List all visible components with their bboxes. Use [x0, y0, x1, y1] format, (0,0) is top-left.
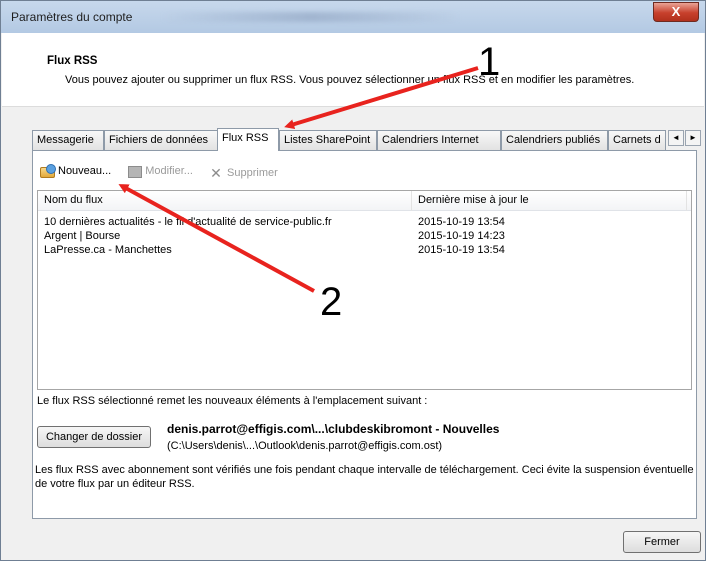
column-header-name[interactable]: Nom du flux: [38, 191, 412, 211]
subscription-note: Les flux RSS avec abonnement sont vérifi…: [35, 464, 694, 490]
blurred-title-region: [161, 12, 461, 22]
list-header: Nom du flux Dernière mise à jour le: [38, 191, 691, 211]
feed-name: Argent | Bourse: [44, 230, 121, 242]
delivery-folder-name: denis.parrot@effigis.com\...\clubdeskibr…: [167, 422, 500, 436]
list-item[interactable]: 10 dernières actualités - le fil d'actua…: [38, 215, 691, 229]
delete-icon: ✕: [210, 165, 222, 181]
column-header-updated[interactable]: Dernière mise à jour le: [412, 191, 687, 211]
page-title: Flux RSS: [47, 55, 98, 67]
delivery-info-text: Le flux RSS sélectionné remet les nouvea…: [37, 395, 428, 407]
rss-feed-list[interactable]: Nom du flux Dernière mise à jour le 10 d…: [37, 190, 692, 390]
tab-calendriers-internet[interactable]: Calendriers Internet: [377, 130, 501, 150]
change-folder-button[interactable]: Changer de dossier: [37, 426, 151, 448]
list-item[interactable]: LaPresse.ca - Manchettes 2015-10-19 13:5…: [38, 243, 691, 257]
feed-name: LaPresse.ca - Manchettes: [44, 244, 172, 256]
modify-feed-label: Modifier...: [145, 165, 193, 177]
rss-panel: Nouveau... Modifier... ✕ Supprimer Nom d…: [32, 150, 697, 519]
tab-calendriers-publies[interactable]: Calendriers publiés: [501, 130, 608, 150]
tab-messagerie[interactable]: Messagerie: [32, 130, 104, 150]
rss-toolbar: Nouveau... Modifier... ✕ Supprimer: [39, 161, 290, 181]
feed-updated: 2015-10-19 13:54: [418, 244, 505, 256]
page-description: Vous pouvez ajouter ou supprimer un flux…: [65, 74, 635, 86]
feed-updated: 2015-10-19 13:54: [418, 216, 505, 228]
feed-name: 10 dernières actualités - le fil d'actua…: [44, 216, 332, 228]
list-item[interactable]: Argent | Bourse 2015-10-19 14:23: [38, 229, 691, 243]
tab-strip: Messagerie Fichiers de données Flux RSS …: [32, 128, 702, 151]
tab-listes-sharepoint[interactable]: Listes SharePoint: [279, 130, 377, 150]
dialog-header: Flux RSS Vous pouvez ajouter ou supprime…: [2, 33, 704, 107]
delete-feed-label: Supprimer: [227, 167, 278, 179]
tab-flux-rss[interactable]: Flux RSS: [217, 128, 279, 151]
annotation-number-1: 1: [478, 40, 501, 84]
delivery-folder-path: (C:\Users\denis\...\Outlook\denis.parrot…: [167, 440, 443, 452]
new-feed-icon: [39, 164, 56, 178]
close-button[interactable]: Fermer: [623, 531, 701, 553]
modify-feed-button[interactable]: Modifier...: [126, 161, 193, 181]
delete-feed-button[interactable]: ✕ Supprimer: [208, 163, 278, 183]
new-feed-button[interactable]: Nouveau...: [39, 161, 111, 181]
modify-feed-icon: [126, 164, 143, 178]
new-feed-label: Nouveau...: [58, 165, 112, 177]
window-title: Paramètres du compte: [11, 10, 133, 24]
title-bar: Paramètres du compte X: [1, 1, 705, 33]
feed-updated: 2015-10-19 14:23: [418, 230, 505, 242]
account-settings-dialog: Paramètres du compte X Flux RSS Vous pou…: [0, 0, 706, 561]
tab-scroll-right-button[interactable]: ►: [685, 130, 701, 146]
annotation-number-2: 2: [320, 280, 343, 324]
tab-fichiers-de-donnees[interactable]: Fichiers de données: [104, 130, 218, 150]
close-window-button[interactable]: X: [653, 2, 699, 22]
tab-carnets[interactable]: Carnets d: [608, 130, 666, 150]
tab-scroll-left-button[interactable]: ◄: [668, 130, 684, 146]
